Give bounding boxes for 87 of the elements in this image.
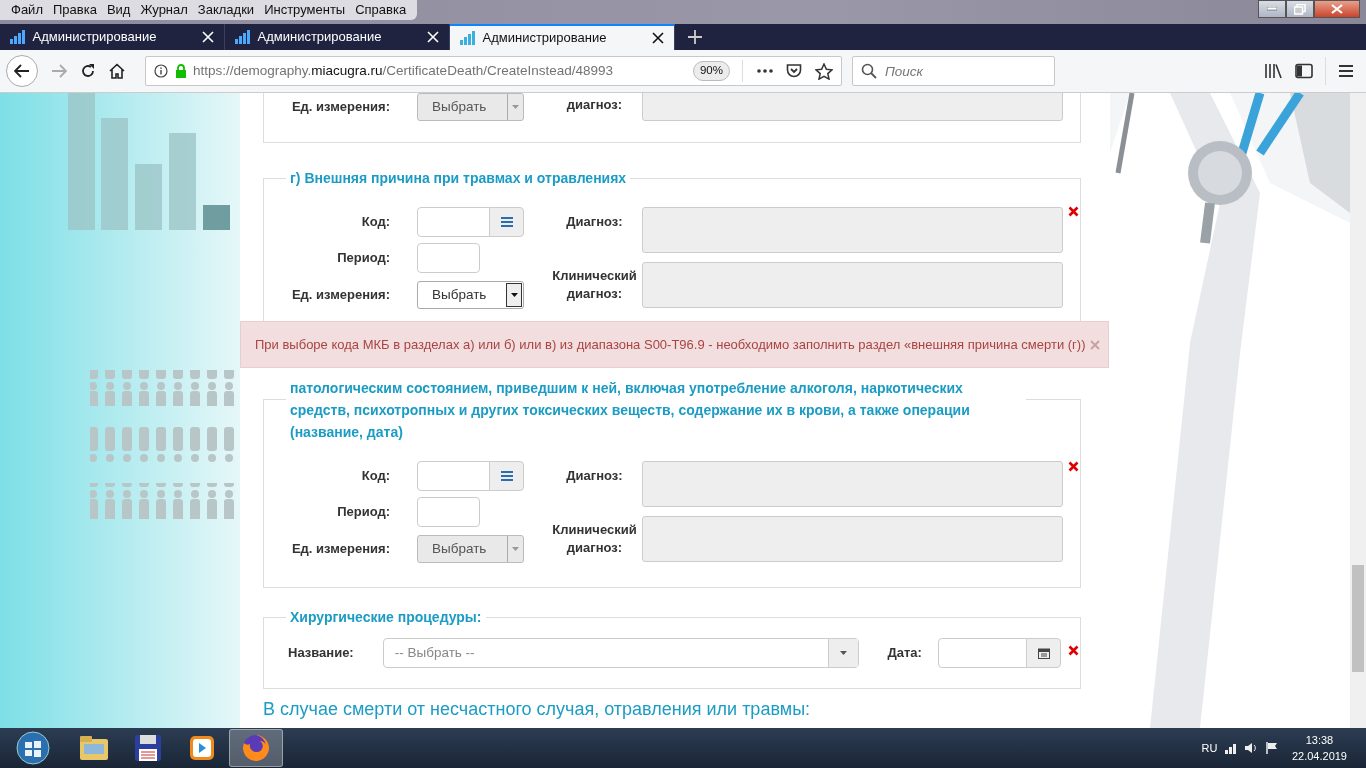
field-label: Клинический диагноз:	[551, 267, 638, 303]
close-button[interactable]	[1313, 0, 1360, 18]
date-field[interactable]	[938, 638, 1028, 668]
pocket-icon[interactable]	[786, 63, 802, 79]
code-field[interactable]	[417, 461, 490, 491]
field-label: Ед. измерения:	[290, 540, 390, 559]
section-title: г) Внешняя причина при травмах и отравлениях	[289, 169, 628, 188]
home-button[interactable]	[109, 63, 125, 79]
delete-icon[interactable]	[1068, 461, 1079, 472]
procedure-select[interactable]: -- Выбрать --	[382, 638, 860, 668]
menu-item[interactable]: Файл	[6, 0, 48, 20]
clock-date[interactable]: 22.04.2019	[1291, 748, 1347, 765]
bar-chart-icon	[235, 30, 251, 44]
caret-icon	[509, 292, 519, 298]
section-title: патологическим состоянием, приведшим к ней, включая употребление алкоголя, наркотических средств, психотропных и других токсических веществ, содержание их в крови, а также операции (название, дата)	[289, 379, 971, 442]
library-icon[interactable]	[1263, 63, 1282, 79]
section-title: Хирургические процедуры:	[289, 608, 483, 627]
field-label: Код:	[360, 467, 390, 486]
network-icon[interactable]	[1223, 741, 1238, 755]
sidebar-icon[interactable]	[1294, 63, 1313, 79]
field-label: Период:	[336, 503, 390, 522]
flag-icon[interactable]	[1264, 741, 1279, 755]
back-button[interactable]	[6, 55, 38, 87]
bar-chart-icon	[460, 31, 476, 45]
zoom-level[interactable]: 90%	[692, 61, 730, 81]
more-icon[interactable]	[757, 69, 773, 73]
field-label: Код:	[360, 213, 390, 232]
field-label: Клинический диагноз:	[551, 521, 638, 557]
caret-icon	[511, 546, 520, 552]
address-bar[interactable]: https://demography.miacugra.ru/CertificateDeath/CreateInstead/48993 90%	[145, 56, 842, 86]
minimize-button[interactable]	[1257, 0, 1286, 18]
code-field[interactable]	[417, 207, 490, 237]
lock-icon	[174, 64, 187, 78]
menu-item[interactable]: Правка	[47, 0, 102, 20]
field-label: Ед. измерения:	[290, 286, 390, 305]
alert-message: При выборе кода МКБ в разделах а) или б) или в) из диапазона S00-T96.9 - необходимо заполнить раздел «внешняя причина смерти (г))	[255, 335, 1086, 354]
menu-icon[interactable]	[1337, 64, 1354, 78]
caret-icon	[839, 650, 849, 656]
field-label: Период:	[336, 249, 390, 268]
delete-icon[interactable]	[1068, 645, 1079, 656]
section-heading: В случае смерти от несчастного случая, отравления или травмы:	[263, 699, 812, 719]
bar-chart-icon	[10, 30, 26, 44]
calendar-button[interactable]	[1026, 638, 1061, 668]
list-icon	[500, 217, 513, 227]
search-icon	[861, 63, 877, 79]
menu-item[interactable]: Вид	[101, 0, 136, 20]
list-icon	[500, 471, 513, 481]
new-tab-icon[interactable]	[687, 29, 703, 45]
close-icon	[1330, 4, 1343, 14]
list-button[interactable]	[489, 461, 524, 491]
bookmark-star-icon[interactable]	[815, 62, 833, 80]
firefox-icon[interactable]	[228, 729, 283, 767]
info-icon[interactable]	[154, 64, 168, 78]
field-label: диагноз:	[565, 96, 624, 114]
speaker-icon[interactable]	[1244, 741, 1259, 755]
caret-icon	[511, 104, 520, 110]
clock-time[interactable]: 13:38	[1305, 731, 1334, 748]
menu-item[interactable]: Журнал	[135, 0, 193, 20]
menu-item[interactable]: Закладки	[192, 0, 260, 20]
calendar-icon	[1037, 647, 1050, 659]
minimize-icon	[1266, 7, 1277, 11]
period-field[interactable]	[417, 243, 480, 273]
field-label: Название:	[288, 644, 355, 663]
scrollbar[interactable]	[1350, 93, 1366, 728]
field-label: Ед. измерения:	[290, 98, 390, 117]
reload-button[interactable]	[80, 63, 96, 79]
delete-icon[interactable]	[1068, 206, 1079, 217]
diagnosis-field[interactable]	[642, 207, 1063, 253]
search-field[interactable]: Поиск	[852, 56, 1055, 86]
menu-item[interactable]: Инструменты	[259, 0, 351, 20]
menu-item[interactable]: Справка	[350, 0, 412, 20]
list-button[interactable]	[489, 207, 524, 237]
restore-button[interactable]	[1285, 0, 1314, 18]
field-label: Дата:	[887, 644, 923, 663]
field-label: Диагноз:	[565, 467, 624, 485]
unit-select[interactable]: Выбрать	[417, 281, 524, 309]
period-field[interactable]	[417, 497, 480, 527]
back-arrow-icon	[14, 64, 30, 78]
restore-icon	[1293, 3, 1306, 15]
diagnosis-field[interactable]	[642, 461, 1063, 507]
clinical-diagnosis-field[interactable]	[642, 262, 1063, 308]
language-indicator[interactable]: RU	[1201, 739, 1218, 757]
clinical-diagnosis-field[interactable]	[642, 516, 1063, 562]
close-tab-icon[interactable]	[652, 32, 664, 44]
browser-tab[interactable]: Администрирование	[450, 24, 675, 50]
field-label: Диагноз:	[565, 213, 624, 231]
url-text: https://demography.miacugra.ru/CertificateDeath/CreateInstead/48993	[193, 61, 613, 80]
